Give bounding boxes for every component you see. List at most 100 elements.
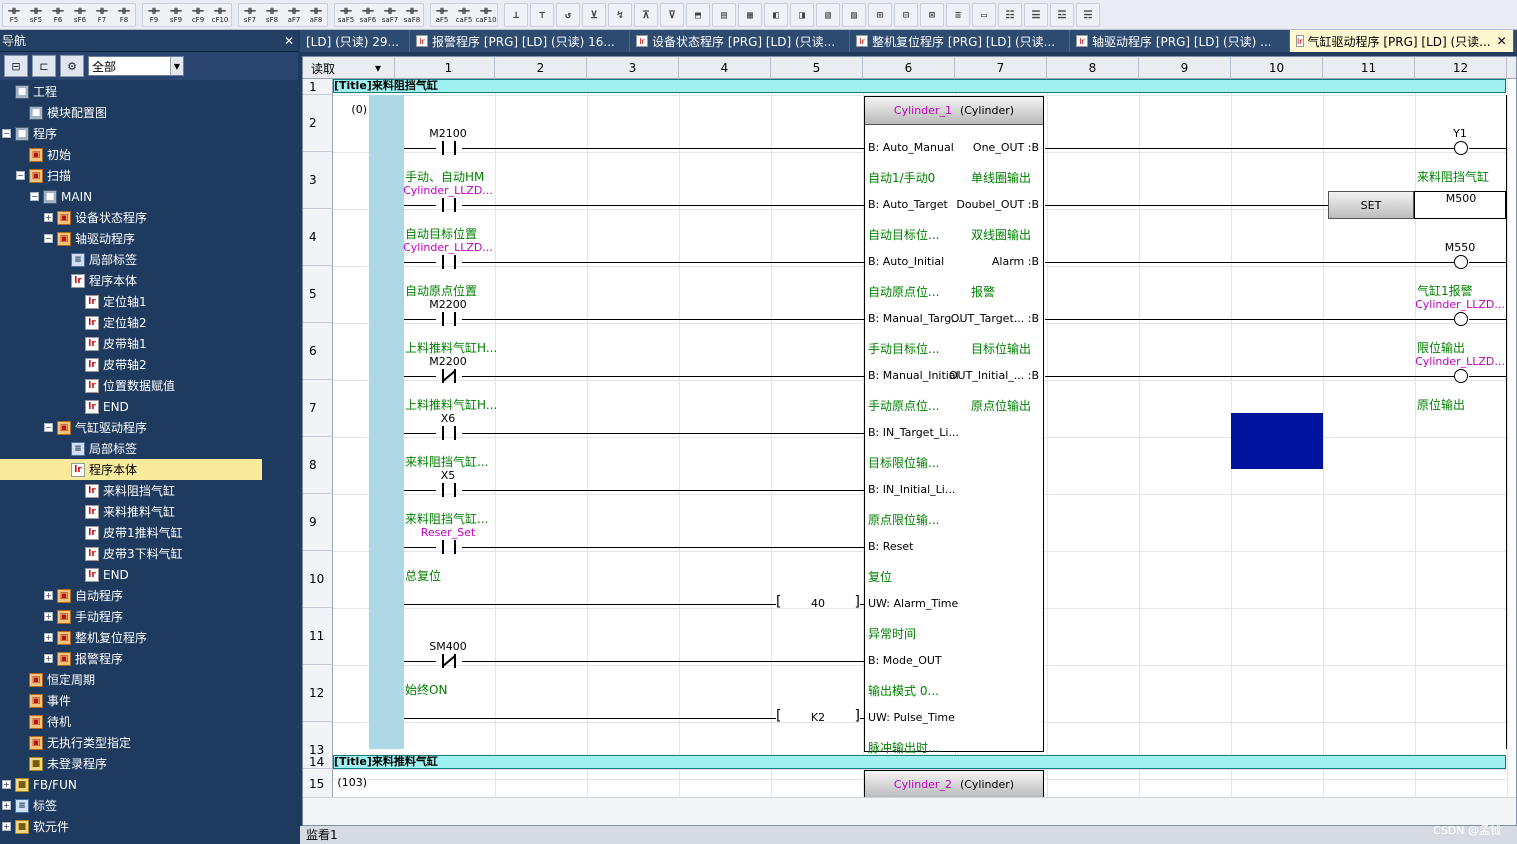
tree-node[interactable]: ▣ 初始 [0, 144, 298, 165]
tool-icon[interactable]: ≡ [947, 4, 969, 26]
expand-icon[interactable]: + [44, 612, 53, 621]
tree-node[interactable]: + ▣ 报警程序 [0, 648, 298, 669]
editor-tab[interactable]: lr 气缸驱动程序 [PRG] [LD] (只读... ✕ [1290, 30, 1514, 52]
fb-output-pin[interactable]: One_OUT :B [973, 141, 1039, 154]
expand-icon[interactable]: + [2, 822, 11, 831]
no-contact-icon[interactable] [436, 198, 462, 212]
tool-icon[interactable]: ⊼ [635, 4, 657, 26]
toolbar-button-sf9[interactable]: ⊣⊢ sF9 [165, 4, 187, 26]
toolbar-button-saf5[interactable]: ⊣⊢ saF5 [335, 4, 357, 26]
coil-device-label[interactable]: M550 [1415, 241, 1505, 254]
tree-node[interactable]: + ■ 软元件 [0, 816, 298, 837]
close-icon[interactable]: ✕ [280, 34, 298, 48]
fb-input-pin[interactable]: B: Manual_Initial [868, 369, 959, 382]
tool-icon[interactable]: ⊥ [505, 4, 527, 26]
instruction-operand[interactable]: M500 [1414, 191, 1506, 219]
tool-icon[interactable]: ⊻ [583, 4, 605, 26]
toolbar-button-saf7[interactable]: ⊣⊢ saF7 [379, 4, 401, 26]
chevron-down-icon[interactable]: ▼ [170, 57, 183, 75]
tool-icon[interactable]: ☲ [1051, 4, 1073, 26]
tree-node[interactable]: − ▣ 扫描 [0, 165, 298, 186]
tree-node[interactable]: + ▣ 自动程序 [0, 585, 298, 606]
toolbar-button-cf10[interactable]: ⊣⊢ cF10 [209, 4, 231, 26]
no-contact-icon[interactable] [436, 426, 462, 440]
tool-icon[interactable]: ⬒ [687, 4, 709, 26]
tree-node[interactable]: + ■ FB/FUN [0, 774, 298, 795]
tree-node[interactable]: + ▣ 手动程序 [0, 606, 298, 627]
toolbar-button-cf9[interactable]: ⊣⊢ cF9 [187, 4, 209, 26]
tree-node[interactable]: lr 皮带轴1 [0, 333, 298, 354]
function-block[interactable]: Cylinder_2 (Cylinder) [864, 770, 1044, 800]
tree-node[interactable]: + ≡ 标签 [0, 795, 298, 816]
toolbar-button-caf10[interactable]: ⊣⊢ caF10 [475, 4, 497, 26]
tree-node[interactable]: lr END [0, 396, 298, 417]
cursor-selection[interactable] [1231, 413, 1323, 469]
tool-icon[interactable]: ⊟ [895, 4, 917, 26]
gear-icon[interactable]: ⚙ [60, 55, 84, 77]
fb-input-pin[interactable]: B: Reset [868, 540, 913, 553]
tree-node[interactable]: + ▣ 整机复位程序 [0, 627, 298, 648]
nc-contact-icon[interactable] [436, 369, 462, 383]
tree-node[interactable]: lr 皮带1推料气缸 [0, 522, 298, 543]
no-contact-icon[interactable] [436, 312, 462, 326]
fb-input-pin[interactable]: UW: Pulse_Time [868, 711, 955, 724]
tree-node[interactable]: ≡ 局部标签 [0, 438, 298, 459]
tree-node[interactable]: − ▣ 气缸驱动程序 [0, 417, 298, 438]
fb-input-pin[interactable]: B: IN_Target_Li... [868, 426, 959, 439]
hierarchy-icon[interactable]: ⊏ [32, 55, 56, 77]
coil-device-label[interactable]: Cylinder_LLZD... [1415, 298, 1505, 311]
mode-select[interactable]: 读取 ▾ [303, 57, 395, 79]
tool-icon[interactable]: ◧ [765, 4, 787, 26]
collapse-icon[interactable]: − [44, 423, 53, 432]
tree-node[interactable]: lr END [0, 564, 298, 585]
tree-node[interactable]: lr 定位轴2 [0, 312, 298, 333]
coil-device-label[interactable]: Cylinder_LLZD... [1415, 355, 1505, 368]
ladder-editor[interactable]: 读取 ▾ 1 2 3 4 5 6 7 8 9 10 11 12 1 2 3 4 5 6 7 8 9 10 11 12 13 14 15… [302, 56, 1517, 826]
tool-icon[interactable]: ☷ [999, 4, 1021, 26]
tool-icon[interactable]: ▧ [817, 4, 839, 26]
device-label[interactable]: Cylinder_LLZD... [403, 241, 493, 254]
editor-tab[interactable]: lr 整机复位程序 [PRG] [LD] (只读... [850, 30, 1070, 52]
coil-device-label[interactable]: Y1 [1415, 127, 1505, 140]
tool-icon[interactable]: ↺ [557, 4, 579, 26]
fb-input-pin[interactable]: B: Auto_Initial [868, 255, 944, 268]
tree-node[interactable]: ▣ 待机 [0, 711, 298, 732]
tool-icon[interactable]: ▦ [739, 4, 761, 26]
coil-icon[interactable] [1454, 255, 1468, 269]
expand-icon[interactable]: + [44, 213, 53, 222]
editor-tab[interactable]: lr 报警程序 [PRG] [LD] (只读) 16... [410, 30, 630, 52]
tree-node[interactable]: + ▣ 设备状态程序 [0, 207, 298, 228]
pin-icon[interactable]: ᛘ [2, 34, 20, 48]
tree-node[interactable]: lr 来料推料气缸 [0, 501, 298, 522]
close-icon[interactable]: ✕ [1497, 34, 1507, 48]
fb-input-pin[interactable]: UW: Alarm_Time [868, 597, 958, 610]
chevron-down-icon[interactable]: ▾ [375, 61, 381, 75]
tree-node[interactable]: lr 定位轴1 [0, 291, 298, 312]
toolbar-button-f9[interactable]: ⊣⊢ F9 [143, 4, 165, 26]
tool-icon[interactable]: ▨ [843, 4, 865, 26]
toolbar-button-sf5[interactable]: ⊣⊢ sF5 [25, 4, 47, 26]
tree-node[interactable]: − ■ MAIN [0, 186, 298, 207]
toolbar-button-saf6[interactable]: ⊣⊢ saF6 [357, 4, 379, 26]
expand-icon[interactable]: + [2, 801, 11, 810]
fb-output-pin[interactable]: OUT_Initial_... :B [949, 369, 1039, 382]
tree-node[interactable]: lr 来料阻挡气缸 [0, 480, 298, 501]
expand-icon[interactable]: + [44, 633, 53, 642]
tool-icon[interactable]: ⊤ [531, 4, 553, 26]
tree-node[interactable]: lr 皮带3下料气缸 [0, 543, 298, 564]
toolbar-button-saf8[interactable]: ⊣⊢ saF8 [401, 4, 423, 26]
tree-node[interactable]: ▣ 恒定周期 [0, 669, 298, 690]
tool-icon[interactable]: ⊠ [921, 4, 943, 26]
tree-node[interactable]: ▣ 事件 [0, 690, 298, 711]
tool-icon[interactable]: ◨ [791, 4, 813, 26]
tree-view-icon[interactable]: ⊟ [4, 55, 28, 77]
tree-node[interactable]: ≡ 局部标签 [0, 249, 298, 270]
coil-icon[interactable] [1454, 312, 1468, 326]
editor-tab[interactable]: lr 轴驱动程序 [PRG] [LD] (只读) ... [1070, 30, 1290, 52]
no-contact-icon[interactable] [436, 141, 462, 155]
toolbar-button-sf8[interactable]: ⊣⊢ sF8 [261, 4, 283, 26]
tree-node[interactable]: − ■ 程序 [0, 123, 298, 144]
device-label[interactable]: X5 [403, 469, 493, 482]
fb-output-pin[interactable]: OUT_Target... :B [951, 312, 1039, 325]
filter-select[interactable]: 全部 ▼ [88, 56, 184, 76]
